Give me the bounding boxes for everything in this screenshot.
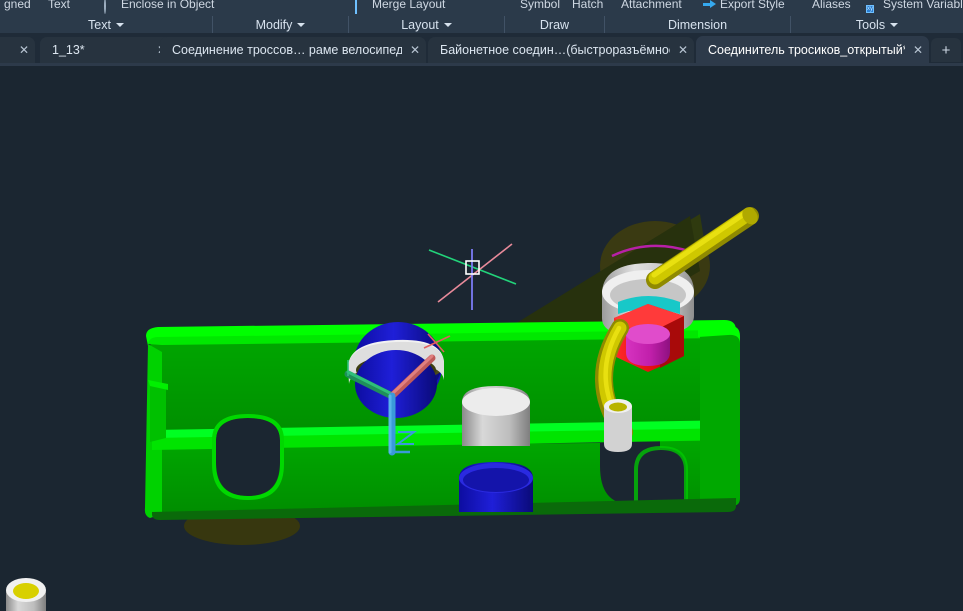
ribbon-command-label: Export Style (720, 0, 785, 11)
close-icon[interactable]: ✕ (19, 44, 29, 56)
ribbon-command-merge-layout[interactable]: Merge Layout (355, 0, 446, 14)
ribbon-command-export-style[interactable]: Export Style (703, 0, 785, 11)
ribbon-command-label: Text (48, 0, 71, 11)
ribbon-command-none[interactable]: gned (0, 0, 31, 11)
ribbon: gned Text Enclose in Object Merge Layout Sym… (0, 0, 963, 33)
enclose-in-object-icon (104, 0, 117, 14)
model-3d-view[interactable] (0, 66, 963, 611)
ribbon-command-label: Symbol (520, 0, 561, 11)
ribbon-command-text[interactable]: Text (44, 0, 70, 11)
ribbon-panel-row: Text Modify Layout Draw Dimension Tools (0, 16, 963, 33)
document-tab-bar: т*✕1_13*✕Соединение троссов… раме велоси… (0, 33, 963, 66)
document-tab[interactable]: Байонетное соедин…(быстроразъёмное)* ✕ (428, 37, 694, 63)
ribbon-panel-label: Tools (855, 17, 886, 32)
document-tab-label: Байонетное соедин…(быстроразъёмное)* (440, 43, 670, 57)
document-tab[interactable]: т* ✕ (0, 37, 35, 63)
magenta-cap (626, 324, 670, 366)
ribbon-panel-label: Modify (255, 17, 293, 32)
close-icon[interactable]: ✕ (678, 44, 688, 56)
document-tab-label: 1_13* (52, 43, 85, 57)
drawing-viewport[interactable] (0, 66, 963, 611)
chevron-down-icon[interactable] (443, 22, 452, 27)
document-tab-label: т* (0, 43, 11, 57)
ribbon-command-aliases[interactable]: Aliases (808, 0, 851, 11)
autocad-window: gned Text Enclose in Object Merge Layout Sym… (0, 0, 963, 611)
ribbon-panel-label: Dimension (667, 17, 728, 32)
new-tab-button[interactable]: + (931, 38, 961, 62)
blue-dome-bottom[interactable] (459, 462, 533, 512)
ribbon-command-label: Enclose in Object (121, 0, 215, 11)
document-tab-active[interactable]: Соединитель тросиков_открытый* ✕ (696, 36, 929, 63)
export-style-icon (703, 0, 716, 10)
ribbon-command-symbol[interactable]: Symbol (516, 0, 560, 11)
ribbon-command-label: Attachment (621, 0, 682, 11)
document-tab-label: Соединение троссов… раме велосипеда* (172, 43, 402, 57)
ribbon-panel-label: Layout (401, 17, 439, 32)
document-tab[interactable]: Соединение троссов… раме велосипеда* ✕ (160, 37, 426, 63)
ribbon-panel-layout[interactable]: Layout (348, 16, 504, 33)
document-tab-label: Соединитель тросиков_открытый* (708, 42, 905, 57)
ribbon-panel-label: Text (88, 17, 111, 32)
ribbon-command-attachment[interactable]: Attachment (617, 0, 682, 11)
merge-layout-icon (355, 0, 368, 14)
ribbon-command-label: gned (4, 0, 31, 11)
chevron-down-icon[interactable] (890, 22, 899, 27)
ribbon-panel-modify[interactable]: Modify (212, 16, 348, 33)
ribbon-panel-label: Draw (539, 17, 570, 32)
cable-ferrule (604, 399, 632, 452)
ribbon-command-hatch[interactable]: Hatch (568, 0, 603, 11)
cable-end-bottom-left[interactable] (6, 578, 48, 611)
system-variable-icon: xy (866, 4, 874, 13)
ribbon-command-system-variable[interactable]: xy System Variable (866, 0, 963, 13)
close-icon[interactable]: ✕ (410, 44, 420, 56)
ribbon-command-label: Hatch (572, 0, 604, 11)
ribbon-panel-draw[interactable]: Draw (504, 16, 604, 33)
ribbon-panel-dimension[interactable]: Dimension (604, 16, 790, 33)
ribbon-command-enclose-in-object[interactable]: Enclose in Object (104, 0, 215, 14)
close-icon[interactable]: ✕ (913, 44, 923, 56)
ribbon-command-label: Merge Layout (372, 0, 446, 11)
ribbon-panel-tools[interactable]: Tools (790, 16, 963, 33)
ribbon-panel-text[interactable]: Text (0, 16, 212, 33)
ribbon-command-label: Aliases (812, 0, 851, 11)
chevron-down-icon[interactable] (297, 22, 306, 27)
ribbon-command-row: gned Text Enclose in Object Merge Layout Sym… (0, 0, 963, 16)
gray-cylinder-center[interactable] (462, 386, 530, 446)
ribbon-command-label: System Variable (883, 0, 963, 11)
chevron-down-icon[interactable] (115, 22, 124, 27)
document-tab[interactable]: 1_13*✕ (40, 37, 173, 63)
